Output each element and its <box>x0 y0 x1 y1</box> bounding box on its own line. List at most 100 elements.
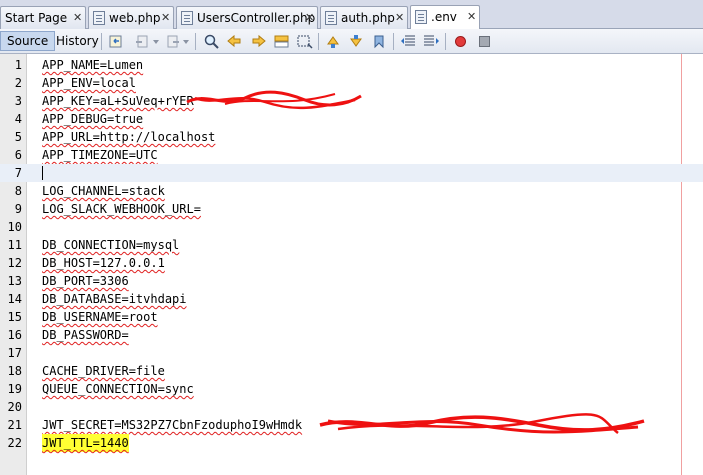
history-button[interactable]: History <box>50 31 105 51</box>
line-text: LOG_CHANNEL=stack <box>42 184 165 198</box>
tab-label: auth.php <box>341 11 395 25</box>
editor-line[interactable]: 12 DB_HOST=127.0.0.1 <box>0 254 703 272</box>
line-text: JWT_SECRET=MS32PZ7CbnFzoduphoI9wHmdk <box>42 418 303 432</box>
line-number: 10 <box>7 220 22 234</box>
start-macro-recording-icon[interactable] <box>452 33 469 50</box>
next-bookmark-icon[interactable] <box>348 33 365 50</box>
editor-line[interactable]: 5 APP_URL=http://localhost <box>0 128 703 146</box>
editor-line[interactable]: 9 LOG_SLACK_WEBHOOK_URL= <box>0 200 703 218</box>
find-next-icon[interactable] <box>250 33 267 50</box>
editor-line[interactable]: 18 CACHE_DRIVER=file <box>0 362 703 380</box>
tab-env[interactable]: .env ✕ <box>410 5 480 29</box>
find-previous-icon[interactable] <box>226 33 243 50</box>
toggle-rectangular-selection-icon[interactable] <box>296 33 313 50</box>
editor-line[interactable]: 7 <box>0 164 703 182</box>
find-icon[interactable] <box>203 33 220 50</box>
tab-label: Start Page <box>5 11 68 25</box>
previous-bookmark-icon[interactable] <box>325 33 342 50</box>
tab-userscontroller-php[interactable]: UsersController.php ✕ <box>176 6 318 29</box>
shift-line-left-icon[interactable] <box>400 33 417 50</box>
line-number: 19 <box>7 382 22 396</box>
tab-close-icon[interactable]: ✕ <box>395 7 404 29</box>
php-file-icon <box>93 11 105 25</box>
tab-start-page[interactable]: Start Page ✕ <box>0 6 86 29</box>
editor-line[interactable]: 15 DB_USERNAME=root <box>0 308 703 326</box>
line-number: 22 <box>7 436 22 450</box>
line-number: 17 <box>7 346 22 360</box>
line-text: JWT_TTL=1440 <box>42 434 129 452</box>
toolbar-separator <box>445 33 446 50</box>
php-file-icon <box>181 11 193 25</box>
toggle-highlight-icon[interactable] <box>273 33 290 50</box>
toolbar-separator <box>101 33 102 50</box>
line-number: 3 <box>14 94 22 108</box>
tab-label: web.php <box>109 11 161 25</box>
tab-close-icon[interactable]: ✕ <box>73 7 82 29</box>
line-number: 15 <box>7 310 22 324</box>
line-text: APP_KEY=aL+SuVeq+rYER <box>42 94 194 108</box>
line-text: APP_DEBUG=true <box>42 112 144 126</box>
line-number: 16 <box>7 328 22 342</box>
editor-line[interactable]: 16 DB_PASSWORD= <box>0 326 703 344</box>
editor-line[interactable]: 6 APP_TIMEZONE=UTC <box>0 146 703 164</box>
stop-macro-recording-icon[interactable] <box>476 33 493 50</box>
line-text: DB_CONNECTION=mysql <box>42 238 180 252</box>
editor-line[interactable]: 19 QUEUE_CONNECTION=sync <box>0 380 703 398</box>
editor-line[interactable]: 4 APP_DEBUG=true <box>0 110 703 128</box>
line-text: CACHE_DRIVER=file <box>42 364 165 378</box>
line-number: 21 <box>7 418 22 432</box>
toggle-bookmark-icon[interactable] <box>371 33 388 50</box>
tab-web-php[interactable]: web.php ✕ <box>88 6 174 29</box>
line-text: DB_DATABASE=itvhdapi <box>42 292 187 306</box>
line-text: QUEUE_CONNECTION=sync <box>42 382 194 396</box>
tab-auth-php[interactable]: auth.php ✕ <box>320 6 408 29</box>
forward-dropdown-icon[interactable] <box>182 33 199 50</box>
php-file-icon <box>325 11 337 25</box>
tab-label: UsersController.php <box>197 11 316 25</box>
code-editor[interactable]: 1 APP_NAME=Lumen 2 APP_ENV=local 3 APP_KEY=aL… <box>0 54 703 475</box>
line-number: 14 <box>7 292 22 306</box>
line-number: 12 <box>7 256 22 270</box>
tab-close-icon[interactable]: ✕ <box>305 7 314 29</box>
line-number: 7 <box>14 166 22 180</box>
editor-line[interactable]: 2 APP_ENV=local <box>0 74 703 92</box>
tab-close-icon[interactable]: ✕ <box>467 6 476 28</box>
editor-line[interactable]: 1 APP_NAME=Lumen <box>0 56 703 74</box>
line-number: 11 <box>7 238 22 252</box>
toolbar-separator <box>195 33 196 50</box>
editor-line[interactable]: 21 JWT_SECRET=MS32PZ7CbnFzoduphoI9wHmdk <box>0 416 703 434</box>
line-number: 8 <box>14 184 22 198</box>
line-number: 1 <box>14 58 22 72</box>
editor-line[interactable]: 10 <box>0 218 703 236</box>
editor-line[interactable]: 14 DB_DATABASE=itvhdapi <box>0 290 703 308</box>
line-text: DB_PORT=3306 <box>42 274 129 288</box>
text-file-icon <box>415 10 427 24</box>
line-number: 5 <box>14 130 22 144</box>
line-text: DB_USERNAME=root <box>42 310 158 324</box>
shift-line-right-icon[interactable] <box>423 33 440 50</box>
editor-line[interactable]: 13 DB_PORT=3306 <box>0 272 703 290</box>
text-caret <box>42 166 43 180</box>
editor-line[interactable]: 20 <box>0 398 703 416</box>
line-text: DB_PASSWORD= <box>42 328 129 342</box>
tab-label: .env <box>431 10 457 24</box>
back-icon[interactable] <box>134 33 151 50</box>
tab-close-icon[interactable]: ✕ <box>161 7 170 29</box>
line-number: 2 <box>14 76 22 90</box>
editor-toolbar: Source History <box>0 29 703 54</box>
editor-line[interactable]: 17 <box>0 344 703 362</box>
line-number: 9 <box>14 202 22 216</box>
forward-icon[interactable] <box>164 33 181 50</box>
last-edit-icon[interactable] <box>108 33 125 50</box>
editor-line[interactable]: 8 LOG_CHANNEL=stack <box>0 182 703 200</box>
editor-line[interactable]: 22 JWT_TTL=1440 <box>0 434 703 452</box>
line-number: 18 <box>7 364 22 378</box>
line-text: APP_URL=http://localhost <box>42 130 216 144</box>
line-text: APP_NAME=Lumen <box>42 58 144 72</box>
line-text: DB_HOST=127.0.0.1 <box>42 256 165 270</box>
line-number: 4 <box>14 112 22 126</box>
editor-line[interactable]: 11 DB_CONNECTION=mysql <box>0 236 703 254</box>
source-button[interactable]: Source <box>0 31 56 51</box>
line-number: 20 <box>7 400 22 414</box>
editor-line[interactable]: 3 APP_KEY=aL+SuVeq+rYER <box>0 92 703 110</box>
